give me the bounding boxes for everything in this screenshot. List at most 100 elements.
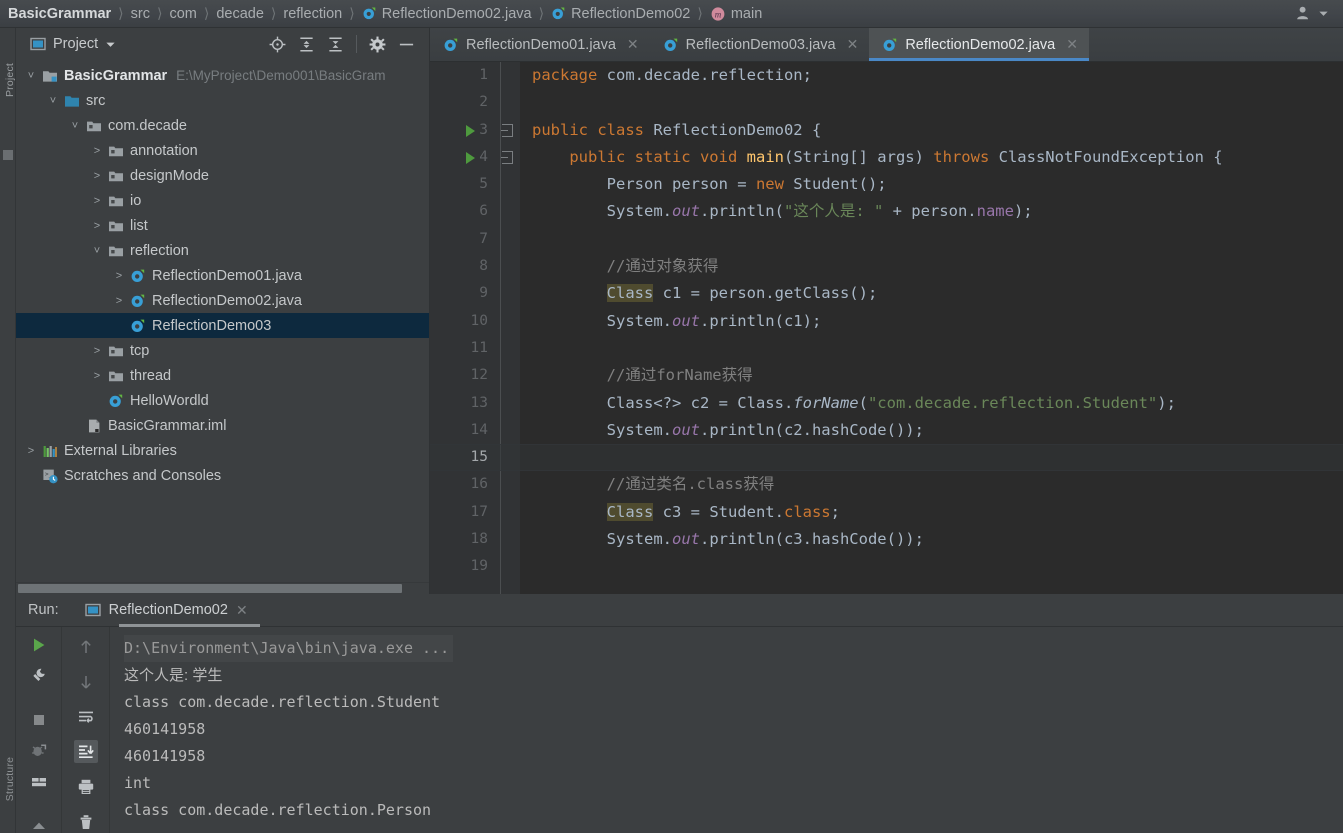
code-line[interactable]: 19 [430,553,1343,580]
project-view-selector[interactable]: Project [22,36,116,52]
chevron-down-icon[interactable]: ˅ [46,94,60,108]
rerun-icon[interactable] [27,636,51,654]
tree-node-tcp[interactable]: ˃ tcp [16,338,429,363]
run-gutter-icon[interactable] [466,151,475,164]
expand-all-icon[interactable] [298,36,315,53]
code-line[interactable]: 4 public static void main(String[] args)… [430,144,1343,171]
run-gutter-icon[interactable] [466,124,475,137]
code-line[interactable]: 16 //通过类名.class获得 [430,471,1343,498]
breadcrumb-item-decade[interactable]: decade [216,6,264,22]
code-line[interactable]: 9 Class c1 = person.getClass(); [430,280,1343,307]
chevron-down-icon[interactable] [1318,8,1329,19]
console-output[interactable]: D:\Environment\Java\bin\java.exe ... 这个人是… [110,627,1343,833]
tree-node-list[interactable]: ˃ list [16,213,429,238]
tree-node-src[interactable]: ˅ src [16,88,429,113]
tree-no-twisty [90,394,104,408]
tree-node-annotation[interactable]: ˃ annotation [16,138,429,163]
breadcrumb-item-src[interactable]: src [131,6,150,22]
code-line[interactable]: 8 //通过对象获得 [430,253,1343,280]
code-line[interactable]: 15 [430,444,1343,472]
trash-icon[interactable] [74,810,98,833]
tree-node-external-libraries[interactable]: ˃ External Libraries [16,438,429,463]
arrow-down-icon[interactable] [74,671,98,694]
chevron-right-icon[interactable]: ˃ [90,169,104,183]
pin-up-icon[interactable] [27,817,51,833]
arrow-up-icon[interactable] [74,636,98,659]
tree-node-reflectiondemo03[interactable]: ReflectionDemo03 [16,313,429,338]
chevron-right-icon[interactable]: ˃ [90,194,104,208]
code-line[interactable]: 17 Class c3 = Student.class; [430,499,1343,526]
run-tab-reflectiondemo02[interactable]: ReflectionDemo02 ✕ [73,594,260,627]
code-line[interactable]: 13 Class<?> c2 = Class.forName("com.deca… [430,390,1343,417]
tree-node-basicgrammar[interactable]: ˅ BasicGrammar E:\MyProject\Demo001\BasicG… [16,63,429,88]
tree-node-io[interactable]: ˃ io [16,188,429,213]
code-line[interactable]: 7 [430,226,1343,253]
minimize-icon[interactable] [398,36,415,53]
code-line[interactable]: 3 public class ReflectionDemo02 { [430,117,1343,144]
scrollbar-thumb[interactable] [18,584,402,593]
chevron-down-icon[interactable]: ˅ [68,119,82,133]
code-line[interactable]: 14 System.out.println(c2.hashCode()); [430,417,1343,444]
fold-region-icon[interactable] [501,123,513,137]
tree-node-com-decade[interactable]: ˅ com.decade [16,113,429,138]
chevron-right-icon[interactable]: ˃ [90,369,104,383]
collapse-all-icon[interactable] [327,36,344,53]
close-icon[interactable]: ✕ [627,36,639,53]
chevron-down-icon[interactable]: ˅ [24,69,38,83]
locate-icon[interactable] [269,36,286,53]
tree-node-reflection[interactable]: ˅ reflection [16,238,429,263]
chevron-down-icon[interactable]: ˅ [90,244,104,258]
chevron-right-icon[interactable]: ˃ [112,269,126,283]
debug-dead-icon[interactable] [27,742,51,760]
tree-node-designmode[interactable]: ˃ designMode [16,163,429,188]
project-horizontal-scrollbar[interactable] [16,582,429,594]
chevron-right-icon[interactable]: ˃ [90,219,104,233]
close-icon[interactable]: ✕ [236,602,248,619]
chevron-right-icon[interactable]: ˃ [112,294,126,308]
breadcrumb-item-project[interactable]: BasicGrammar [4,6,111,22]
gear-icon[interactable] [369,36,386,53]
code-line[interactable]: 1 package com.decade.reflection; [430,62,1343,89]
tree-node-reflectiondemo02-java[interactable]: ˃ ReflectionDemo02.java [16,288,429,313]
code-line[interactable]: 5 Person person = new Student(); [430,171,1343,198]
chevron-right-icon[interactable]: ˃ [24,444,38,458]
code-line[interactable]: 10 System.out.println(c1); [430,308,1343,335]
tree-node-hellowordld[interactable]: HelloWordld [16,388,429,413]
print-icon[interactable] [74,775,98,798]
chevron-down-icon[interactable] [105,39,116,50]
stop-icon[interactable] [27,711,51,729]
tree-node-scratches-and-consoles[interactable]: >_ Scratches and Consoles [16,463,429,488]
configure-icon[interactable] [27,667,51,685]
editor-tab-reflectiondemo03-java[interactable]: ReflectionDemo03.java ✕ [650,28,870,61]
editor-tab-reflectiondemo02-java[interactable]: ReflectionDemo02.java ✕ [869,28,1089,61]
close-icon[interactable]: ✕ [1066,36,1078,53]
breadcrumb-item-com[interactable]: com [169,6,196,22]
code-line-text: System.out.println(c3.hashCode()); [532,530,924,549]
editor-tab-reflectiondemo01-java[interactable]: ReflectionDemo01.java ✕ [430,28,650,61]
breadcrumb-item-reflection[interactable]: reflection [283,6,342,22]
tree-node-reflectiondemo01-java[interactable]: ˃ ReflectionDemo01.java [16,263,429,288]
code-line[interactable]: 18 System.out.println(c3.hashCode()); [430,526,1343,553]
chevron-right-icon[interactable]: ˃ [90,144,104,158]
scroll-to-end-icon[interactable] [73,740,98,764]
close-icon[interactable]: ✕ [847,36,859,53]
tree-node-thread[interactable]: ˃ thread [16,363,429,388]
tool-button-structure[interactable]: Structure [4,751,16,807]
line-number: 10 [470,312,488,329]
chevron-right-icon[interactable]: ˃ [90,344,104,358]
user-account-icon[interactable] [1295,4,1314,23]
tree-node-basicgrammar-iml[interactable]: BasicGrammar.iml [16,413,429,438]
breadcrumb-item-method[interactable]: m main [710,6,762,22]
code-line[interactable]: 6 System.out.println("这个人是: " + person.n… [430,198,1343,225]
code-line[interactable]: 11 [430,335,1343,362]
project-tree[interactable]: ˅ BasicGrammar E:\MyProject\Demo001\BasicG… [16,60,429,582]
tool-button-project[interactable]: Project [4,52,16,108]
breadcrumb-item-class[interactable]: ReflectionDemo02 [551,6,690,22]
fold-region-icon[interactable] [501,150,513,164]
code-line[interactable]: 2 [430,89,1343,116]
code-line[interactable]: 12 //通过forName获得 [430,362,1343,389]
soft-wrap-icon[interactable] [74,706,98,729]
layout-icon[interactable] [27,773,51,791]
breadcrumb-item-file[interactable]: ReflectionDemo02.java [362,6,532,22]
code-editor[interactable]: 1 package com.decade.reflection; 2 3 public … [430,62,1343,594]
